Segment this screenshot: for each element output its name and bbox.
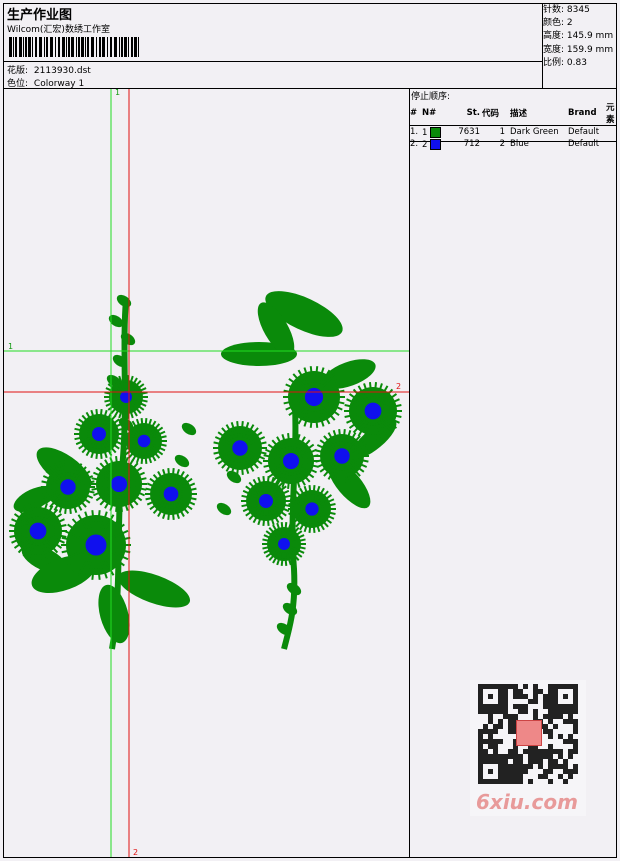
colorway-row: 色位: Colorway 1 (7, 76, 84, 89)
table-row: 1. 1 7631 1 Dark Green Default (409, 126, 617, 139)
row-needle: 1 (421, 126, 449, 139)
petal-stitch (280, 522, 285, 536)
flower-center (334, 448, 350, 464)
guide-label: 2 (133, 848, 139, 857)
petal-stitch (122, 405, 127, 419)
design-label: 花版: (7, 66, 29, 76)
row-code: 2 (499, 139, 505, 149)
flower-center (110, 475, 128, 493)
flower-center (259, 494, 273, 508)
color-sequence-table: # N# St. 代码 描述 Brand 元素 1. 1 7631 1 Dark… (409, 101, 617, 150)
leaf (120, 332, 136, 346)
stat-height: 高度: 145.9 mm (543, 31, 614, 42)
stat-colors: 颜色: 2 (543, 18, 573, 29)
flower-center (232, 440, 248, 456)
leaf (174, 454, 190, 468)
flower-center (29, 522, 47, 540)
colorway-value: Colorway 1 (33, 79, 85, 89)
flower-center (163, 486, 179, 502)
row-code: 1 (499, 127, 505, 137)
flower-center (120, 391, 132, 403)
petal-stitch (283, 522, 288, 536)
barcode (9, 37, 139, 57)
color-swatch (430, 138, 442, 150)
flower-center (278, 538, 290, 550)
col-header: 描述 (509, 101, 567, 126)
panel-divider (409, 88, 410, 858)
colorway-label: 色位: (7, 79, 29, 89)
col-header: N# (421, 101, 449, 126)
stat-scale: 比例: 0.83 (543, 57, 587, 68)
row-brand: Default (568, 127, 600, 137)
studio-name: Wilcom(汇宏)数绣工作室 (7, 25, 110, 35)
row-desc: Dark Green (510, 127, 559, 137)
flower-center (92, 427, 106, 441)
flower-center (364, 402, 382, 420)
guide-label: 1 (115, 88, 121, 97)
flower-center (304, 387, 324, 407)
petal-stitch (125, 375, 130, 389)
flower-center (60, 479, 76, 495)
color-swatch (430, 126, 442, 138)
flower-center (137, 434, 151, 448)
stats-panel: 针数: 8345 颜色: 2 高度: 145.9 mm 宽度: 159.9 mm… (543, 4, 613, 70)
flower-center (282, 452, 300, 470)
petal-stitch (283, 552, 288, 566)
guide-label: 1 (8, 342, 14, 351)
petal-stitch (125, 405, 130, 419)
design-row: 花版: 2113930.dst (7, 63, 91, 76)
leaf (181, 422, 197, 436)
col-header: 代码 (481, 101, 509, 126)
col-header: 元素 (605, 101, 617, 126)
stat-stitches: 针数: 8345 (543, 5, 590, 15)
header-subdivider (3, 61, 543, 62)
petal-stitch (280, 552, 285, 566)
table-header-row: # N# St. 代码 描述 Brand 元素 (409, 101, 617, 126)
row-index: 1. (410, 127, 419, 137)
page-title: 生产作业图 (7, 8, 73, 23)
row-stitches: 7631 (458, 127, 480, 137)
col-header: # (409, 101, 421, 126)
flower-center (85, 534, 107, 556)
row-element (605, 126, 617, 139)
guide-label: 2 (396, 382, 402, 391)
watermark-site: 6xiu.com (476, 790, 578, 814)
flower-center (305, 502, 319, 516)
watermark: 6xiu.com (470, 680, 586, 816)
col-header: St. (449, 101, 481, 126)
row-brand: Default (568, 139, 600, 149)
table-row: 2. 2 712 2 Blue Default (409, 138, 617, 150)
embroidery-design (9, 291, 402, 650)
row-index: 2. (410, 139, 419, 149)
seal-stamp-icon (516, 720, 542, 746)
leaf (216, 502, 232, 516)
stat-width: 宽度: 159.9 mm (543, 44, 614, 55)
row-desc: Blue (510, 139, 529, 149)
row-element (605, 138, 617, 150)
embroidery-canvas (4, 89, 409, 857)
row-needle: 2 (421, 138, 449, 150)
col-header: Brand (567, 101, 605, 126)
design-value: 2113930.dst (33, 66, 91, 76)
petal-stitch (122, 375, 127, 389)
row-stitches: 712 (463, 139, 480, 149)
